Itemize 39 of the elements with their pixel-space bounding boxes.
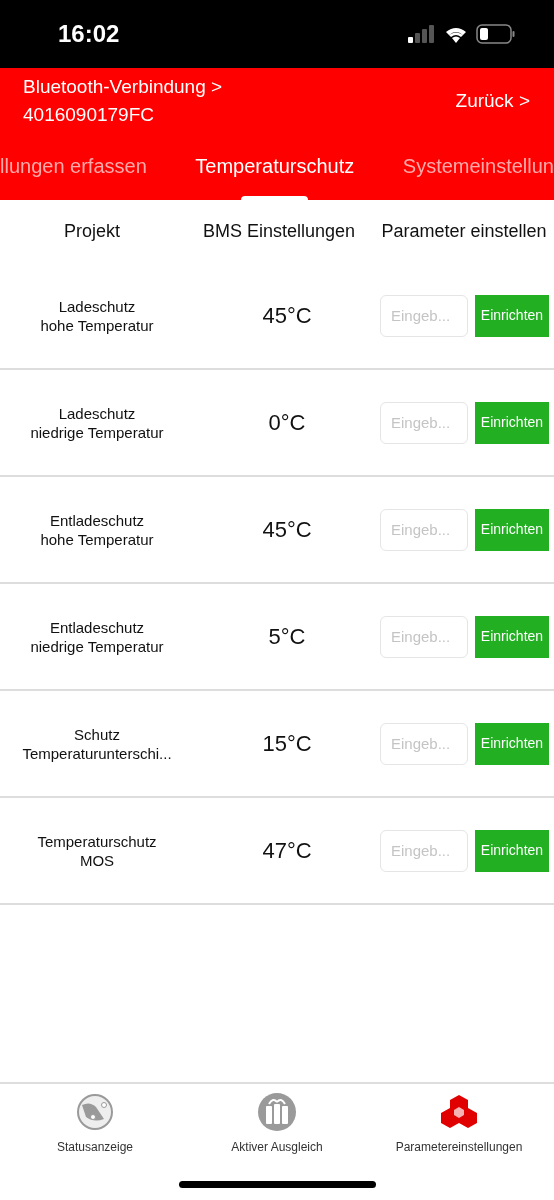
tab[interactable]: Systemeinstellun bbox=[402, 132, 554, 200]
table-cell-text: 5°C bbox=[267, 623, 307, 651]
input-field[interactable]: Eingeb... bbox=[380, 508, 468, 551]
set-button[interactable]: Einrichten bbox=[475, 508, 549, 551]
set-button[interactable]: Einrichten bbox=[475, 294, 549, 337]
connection-label[interactable]: Bluetooth-Verbindung > bbox=[23, 73, 223, 101]
tab[interactable]: Temperaturschutz bbox=[195, 132, 355, 200]
column-header: Projekt bbox=[63, 220, 121, 243]
column-header: BMS Einstellungen bbox=[201, 220, 357, 243]
wifi-icon bbox=[444, 25, 468, 43]
back-link[interactable]: Zurück > bbox=[455, 86, 530, 116]
table-cell-text: 0°C bbox=[267, 409, 307, 437]
table-cell-text: 15°C bbox=[261, 730, 313, 758]
input-field[interactable]: Eingeb... bbox=[380, 294, 468, 337]
input-field[interactable]: Eingeb... bbox=[380, 401, 468, 444]
input-field[interactable]: Eingeb... bbox=[380, 615, 468, 658]
nav-item[interactable]: Parametereinstellungen bbox=[374, 1092, 544, 1200]
table-cell-text: Ladeschutz hohe Temperatur bbox=[39, 296, 155, 335]
set-button[interactable]: Einrichten bbox=[475, 829, 549, 872]
status-time: 16:02 bbox=[58, 19, 120, 49]
table-cell-text: Entladeschutz hohe Temperatur bbox=[39, 510, 155, 549]
device-id: 4016090179FC bbox=[23, 103, 155, 127]
signal-icon bbox=[408, 25, 436, 43]
battery-icon bbox=[476, 24, 516, 44]
input-field[interactable]: Eingeb... bbox=[380, 722, 468, 765]
tab[interactable]: llungen erfassen bbox=[0, 132, 147, 200]
table-cell-text: Ladeschutz niedrige Temperatur bbox=[29, 403, 165, 442]
input-field[interactable]: Eingeb... bbox=[380, 829, 468, 872]
table-cell-text: 45°C bbox=[261, 302, 313, 330]
set-button[interactable]: Einrichten bbox=[475, 722, 549, 765]
set-button[interactable]: Einrichten bbox=[475, 401, 549, 444]
table-cell-text: 45°C bbox=[261, 516, 313, 544]
table-cell-text: 47°C bbox=[261, 837, 313, 865]
table-cell-text: Temperaturschutz MOS bbox=[36, 831, 158, 870]
set-button[interactable]: Einrichten bbox=[475, 615, 549, 658]
table-cell-text: Schutz Temperaturunterschi... bbox=[21, 724, 173, 763]
column-header: Parameter einstellen bbox=[380, 220, 548, 243]
table-cell-text: Entladeschutz niedrige Temperatur bbox=[29, 617, 165, 656]
nav-item[interactable]: Statusanzeige bbox=[10, 1092, 180, 1200]
